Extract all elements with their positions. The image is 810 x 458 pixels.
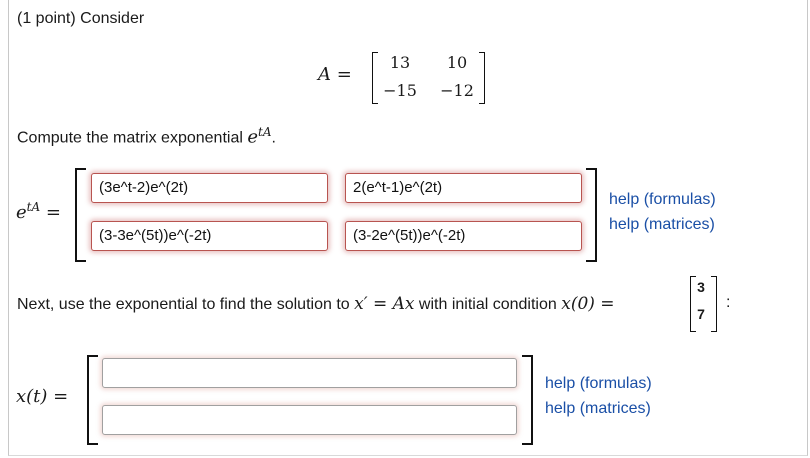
compute-expr-exp: tA xyxy=(258,125,272,139)
compute-period: . xyxy=(271,129,276,147)
initial-condition-expr: x(0) = xyxy=(561,294,615,314)
eta-help-matrices-link[interactable]: help (matrices) xyxy=(609,216,715,234)
matrix-a-cell-21: −15 xyxy=(383,81,417,100)
initial-vector-right-bracket xyxy=(711,276,717,332)
xt-left-bracket xyxy=(87,355,98,445)
matrix-a-right-bracket xyxy=(479,52,485,104)
matrix-a-cell-12: 10 xyxy=(446,53,468,72)
xt-answer-1[interactable] xyxy=(102,358,517,388)
xt-help-formulas-link[interactable]: help (formulas) xyxy=(545,375,652,393)
matrix-a-cell-22: −12 xyxy=(440,81,474,100)
xt-label: x(t) = xyxy=(16,386,69,407)
next-text-1: Next, use the exponential to find the so… xyxy=(17,296,355,313)
compute-expr-base: e xyxy=(247,126,258,148)
eta-left-bracket xyxy=(75,168,86,262)
next-equation: x′ = Ax xyxy=(354,294,415,314)
eta-answer-22[interactable]: (3-2e^(5t))e^(-2t) xyxy=(345,221,582,251)
xt-right-bracket xyxy=(522,355,533,445)
eta-answer-21[interactable]: (3-3e^(5t))e^(-2t) xyxy=(91,221,328,251)
eta-right-bracket xyxy=(586,168,597,262)
eta-help-formulas-link[interactable]: help (formulas) xyxy=(609,191,716,209)
xt-help-matrices-link[interactable]: help (matrices) xyxy=(545,400,651,418)
matrix-a-cell-11: 13 xyxy=(389,53,411,72)
xt-answer-2[interactable] xyxy=(102,405,517,435)
eta-answer-11[interactable]: (3e^t-2)e^(2t) xyxy=(91,173,328,203)
eta-answer-12[interactable]: 2(e^t-1)e^(2t) xyxy=(345,173,582,203)
eta-label: etA = xyxy=(16,200,61,223)
compute-instruction: Compute the matrix exponential etA. xyxy=(17,125,276,147)
eta-label-eq: = xyxy=(40,202,61,223)
problem-intro: (1 point) Consider xyxy=(17,10,145,27)
initial-colon: : xyxy=(726,294,731,311)
eta-label-base: e xyxy=(16,202,27,223)
matrix-a-label: A = xyxy=(318,64,352,85)
eta-label-exp: tA xyxy=(26,200,41,214)
next-text-2: with initial condition xyxy=(414,296,562,313)
compute-text: Compute the matrix exponential xyxy=(17,129,248,147)
matrix-a-left-bracket xyxy=(372,52,378,104)
next-instruction: Next, use the exponential to find the so… xyxy=(17,294,615,314)
